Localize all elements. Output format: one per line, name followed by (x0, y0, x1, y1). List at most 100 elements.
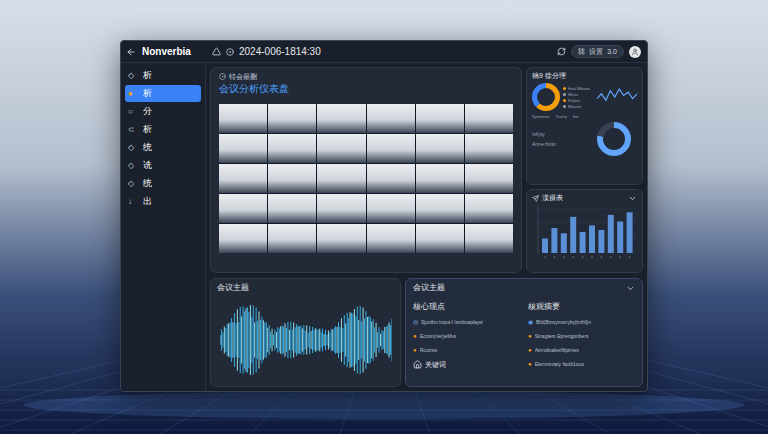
sidebar: ◇析●析○分⊂析◇统◇诜◇统↓出 (121, 63, 206, 391)
participant-video[interactable] (465, 134, 513, 163)
chart-bar (561, 233, 567, 253)
app-title: Nonverbia (142, 47, 191, 57)
back-arrow-icon[interactable] (126, 47, 136, 57)
chart-bar (542, 239, 548, 253)
participant-video[interactable] (416, 224, 464, 253)
emotion-panel: 稿9 徐分理Heal MbuwnMhauRuktorMitutnnSystemo… (526, 67, 643, 185)
participant-video[interactable] (317, 164, 365, 193)
participant-video[interactable] (219, 134, 267, 163)
collapse-chevron-icon[interactable] (626, 284, 635, 293)
sidebar-item-icon: ⊂ (128, 126, 137, 134)
refresh-icon[interactable] (557, 47, 566, 56)
participant-video[interactable] (367, 134, 415, 163)
settings-pill[interactable]: 设置 3.0 (571, 45, 624, 58)
overview-subtitle: 特会最蒯 (229, 72, 257, 81)
participant-video[interactable] (465, 224, 513, 253)
chart-bar (580, 232, 586, 253)
engagement-donut (597, 122, 631, 156)
participant-video[interactable] (367, 224, 415, 253)
sidebar-item-icon: ◇ (128, 144, 137, 152)
sidebar-item-icon: ◇ (128, 180, 137, 188)
participant-video[interactable] (367, 194, 415, 223)
sidebar-item[interactable]: ↓出 (125, 193, 201, 210)
alert-icon[interactable] (212, 47, 221, 56)
participant-video[interactable] (268, 104, 316, 133)
stat-label: Yuetry (556, 114, 567, 120)
clock-icon (226, 48, 234, 56)
keyword-item[interactable]: 关键词 (413, 357, 520, 371)
note-label: Isfiyty (532, 131, 556, 138)
sidebar-item[interactable]: ◇诜 (125, 157, 201, 174)
summary-item: ●Atnndinabe/ftlpirnes (528, 343, 635, 357)
participant-video[interactable] (416, 104, 464, 133)
participant-video[interactable] (317, 224, 365, 253)
house-icon (413, 360, 422, 369)
participant-video[interactable] (416, 194, 464, 223)
overview-title: 会议分析仪表盘 (219, 82, 513, 96)
participant-video[interactable] (268, 164, 316, 193)
app-window: Nonverbia2024-006-1814:30设置3.0◇析●析○分⊂析◇统… (120, 40, 648, 392)
sidebar-item[interactable]: ⊂析 (125, 121, 201, 138)
sidebar-item[interactable]: ●析 (125, 85, 201, 102)
expand-chevron-icon[interactable] (628, 194, 637, 203)
chart-bar (551, 228, 557, 253)
sidebar-item-icon: ○ (128, 108, 137, 116)
sparkline-chart (597, 88, 637, 106)
legend-item: Mhau (563, 92, 590, 97)
key-points-heading: 核心现点 (413, 301, 520, 312)
participant-grid (219, 104, 513, 253)
legend-item: Heal Mbuwn (563, 86, 590, 91)
sidebar-item[interactable]: ○分 (125, 103, 201, 120)
user-icon (631, 48, 639, 56)
chart-bar (589, 225, 595, 253)
legend-item: Ruktor (563, 98, 590, 103)
participant-video[interactable] (367, 104, 415, 133)
participant-video[interactable] (219, 224, 267, 253)
sidebar-item-icon: ● (128, 90, 137, 98)
participant-video[interactable] (268, 134, 316, 163)
overview-panel: 特会最蒯会议分析仪表盘 (210, 67, 522, 273)
avatar[interactable] (629, 46, 641, 58)
participant-video[interactable] (416, 164, 464, 193)
bar-chart-panel: 漢摄表 (526, 189, 643, 273)
stat-label: Systemos (532, 114, 550, 120)
participant-video[interactable] (465, 194, 513, 223)
sidebar-item-icon: ◇ (128, 72, 137, 80)
chart-bar (570, 217, 576, 253)
chart-bar (608, 215, 614, 253)
participant-video[interactable] (317, 194, 365, 223)
note-label: Anne hinio (532, 141, 556, 148)
chart-bar (598, 230, 604, 253)
title-bar: Nonverbia 2024-006-1814:30 设置 3.0 (121, 41, 647, 63)
participant-video[interactable] (219, 164, 267, 193)
participant-video[interactable] (317, 104, 365, 133)
bar-chart-title: 漢摄表 (542, 193, 563, 203)
settings-label: 设置 (589, 48, 603, 55)
participant-video[interactable] (219, 194, 267, 223)
waveform-panel: 会议主题 (210, 278, 401, 387)
participant-video[interactable] (268, 224, 316, 253)
overview-icon (219, 73, 226, 80)
sidebar-item[interactable]: ◇析 (125, 67, 201, 84)
key-point-item: ●Rcutnre. (413, 343, 520, 357)
participant-video[interactable] (465, 164, 513, 193)
participant-video[interactable] (416, 134, 464, 163)
summary-heading: 核观摘要 (528, 301, 635, 312)
participant-video[interactable] (317, 134, 365, 163)
key-point-item: ◎Sjunibn tnput-l lsmbvaplayel (413, 315, 520, 329)
legend-item: Mitutnn (563, 104, 590, 109)
participant-video[interactable] (367, 164, 415, 193)
participant-video[interactable] (219, 104, 267, 133)
sidebar-item[interactable]: ◇统 (125, 139, 201, 156)
topics-title: 会议主题 (413, 283, 445, 293)
stat-label: Itnt (573, 114, 579, 120)
summary-item: ●Sinagtem Eprengonbers (528, 329, 635, 343)
version-label: 3.0 (607, 48, 617, 55)
waveform-title: 会议主题 (217, 283, 394, 293)
sidebar-item[interactable]: ◇统 (125, 175, 201, 192)
participant-video[interactable] (268, 194, 316, 223)
grid-icon (578, 48, 585, 55)
participant-video[interactable] (465, 104, 513, 133)
chart-bar (627, 212, 633, 253)
timestamp: 2024-006-1814:30 (239, 47, 321, 57)
